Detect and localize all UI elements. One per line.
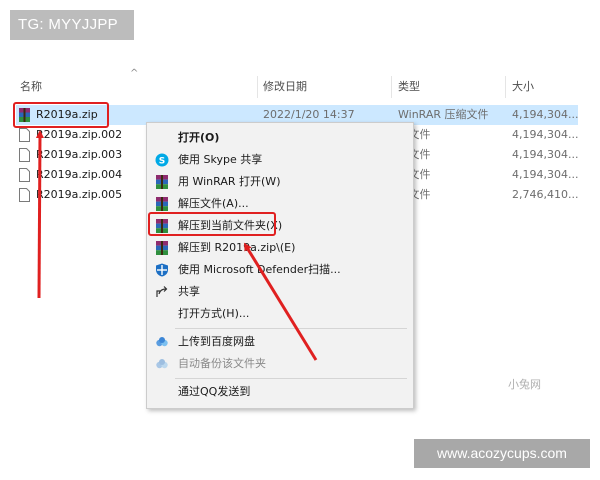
baidu-cloud-icon	[156, 337, 168, 347]
column-divider	[391, 76, 392, 98]
file-icon	[19, 168, 30, 182]
defender-shield-icon	[156, 263, 168, 277]
file-icon	[19, 128, 30, 142]
file-size: 4,194,304...	[512, 168, 579, 181]
file-icon	[19, 188, 30, 202]
column-header-size[interactable]: 大小	[512, 76, 534, 98]
file-size: 4,194,304...	[512, 108, 579, 121]
menu-item-baidu-backup[interactable]: 自动备份该文件夹	[147, 353, 413, 375]
svg-text:S: S	[159, 157, 165, 167]
file-name: R2019a.zip.003	[36, 148, 123, 161]
file-name: R2019a.zip.005	[36, 188, 123, 201]
context-menu: 打开(O) S 使用 Skype 共享 用 WinRAR 打开(W) 解压文件(…	[146, 122, 414, 409]
skype-icon: S	[155, 153, 169, 167]
menu-item-label: 共享	[178, 285, 200, 298]
menu-item-label: 自动备份该文件夹	[178, 357, 266, 370]
menu-item-label: 用 WinRAR 打开(W)	[178, 175, 281, 188]
file-size: 2,746,410...	[512, 188, 579, 201]
menu-item-label: 通过QQ发送到	[178, 385, 251, 398]
menu-item-extract-to-folder[interactable]: 解压到 R2019a.zip\(E)	[147, 237, 413, 259]
watermark-top: TG: MYYJJPP	[10, 10, 134, 40]
highlight-box-file	[13, 102, 109, 128]
menu-item-winrar-open[interactable]: 用 WinRAR 打开(W)	[147, 171, 413, 193]
file-size: 4,194,304...	[512, 148, 579, 161]
column-header-type[interactable]: 类型	[398, 76, 420, 98]
menu-item-label: 上传到百度网盘	[178, 335, 255, 348]
menu-item-qq-send[interactable]: 通过QQ发送到	[147, 381, 413, 403]
menu-item-skype-share[interactable]: S 使用 Skype 共享	[147, 149, 413, 171]
menu-item-baidu-upload[interactable]: 上传到百度网盘	[147, 331, 413, 353]
highlight-box-menu	[148, 212, 276, 236]
column-divider	[505, 76, 506, 98]
baidu-cloud-icon	[156, 359, 168, 369]
menu-item-defender-scan[interactable]: 使用 Microsoft Defender扫描...	[147, 259, 413, 281]
winrar-icon	[156, 241, 168, 255]
menu-separator	[175, 328, 407, 329]
menu-item-open[interactable]: 打开(O)	[147, 127, 413, 149]
file-name: R2019a.zip.002	[36, 128, 123, 141]
menu-item-label: 解压到 R2019a.zip\(E)	[178, 241, 296, 254]
file-name: R2019a.zip.004	[36, 168, 123, 181]
menu-item-label: 打开(O)	[178, 131, 220, 144]
menu-item-open-with[interactable]: 打开方式(H)...	[147, 303, 413, 325]
watermark-corner: 小兔网	[508, 378, 541, 391]
winrar-icon	[156, 175, 168, 189]
file-icon	[19, 148, 30, 162]
menu-item-label: 使用 Microsoft Defender扫描...	[178, 263, 341, 276]
winrar-icon	[156, 197, 168, 211]
column-header-date[interactable]: 修改日期	[263, 76, 307, 98]
menu-item-share[interactable]: 共享	[147, 281, 413, 303]
menu-item-label: 使用 Skype 共享	[178, 153, 263, 166]
file-size: 4,194,304...	[512, 128, 579, 141]
menu-separator	[175, 378, 407, 379]
column-header-name[interactable]: 名称	[20, 76, 42, 98]
share-icon	[156, 286, 168, 297]
menu-item-label: 打开方式(H)...	[178, 307, 250, 320]
column-divider	[257, 76, 258, 98]
watermark-bottom: www.acozycups.com	[414, 439, 590, 468]
sort-up-icon: ^	[130, 68, 139, 79]
